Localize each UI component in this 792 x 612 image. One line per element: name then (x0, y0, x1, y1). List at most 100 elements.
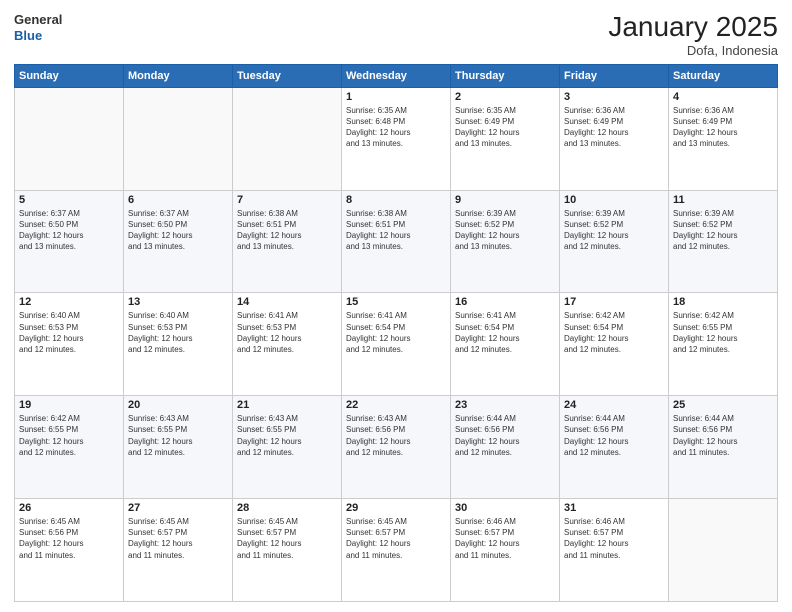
page: General Blue General Blue January 2025 D… (0, 0, 792, 612)
day-number: 29 (346, 502, 446, 514)
day-number: 31 (564, 502, 664, 514)
week-row-3: 12 Sunrise: 6:40 AM Sunset: 6:53 PM Dayli… (15, 293, 778, 396)
day-number: 30 (455, 502, 555, 514)
day-info: Sunrise: 6:39 AM Sunset: 6:52 PM Dayligh… (564, 208, 664, 253)
day-info: Sunrise: 6:45 AM Sunset: 6:56 PM Dayligh… (19, 516, 119, 561)
day-number: 8 (346, 194, 446, 206)
calendar-cell: 7 Sunrise: 6:38 AM Sunset: 6:51 PM Daylig… (233, 190, 342, 293)
day-number: 5 (19, 194, 119, 206)
day-info: Sunrise: 6:43 AM Sunset: 6:55 PM Dayligh… (128, 413, 228, 458)
day-info: Sunrise: 6:38 AM Sunset: 6:51 PM Dayligh… (346, 208, 446, 253)
calendar-cell: 2Sunrise: 6:35 AM Sunset: 6:49 PM Daylig… (451, 87, 560, 190)
day-info: Sunrise: 6:41 AM Sunset: 6:54 PM Dayligh… (455, 310, 555, 355)
calendar-cell: 27 Sunrise: 6:45 AM Sunset: 6:57 PM Dayli… (124, 499, 233, 602)
calendar-cell: 16 Sunrise: 6:41 AM Sunset: 6:54 PM Dayli… (451, 293, 560, 396)
day-info: Sunrise: 6:45 AM Sunset: 6:57 PM Dayligh… (237, 516, 337, 561)
calendar-cell: 12 Sunrise: 6:40 AM Sunset: 6:53 PM Dayli… (15, 293, 124, 396)
day-number: 17 (564, 296, 664, 308)
calendar-cell: 21 Sunrise: 6:43 AM Sunset: 6:55 PM Dayli… (233, 396, 342, 499)
day-number: 4 (673, 91, 773, 103)
day-info: Sunrise: 6:39 AM Sunset: 6:52 PM Dayligh… (673, 208, 773, 253)
day-info: Sunrise: 6:39 AM Sunset: 6:52 PM Dayligh… (455, 208, 555, 253)
day-info: Sunrise: 6:45 AM Sunset: 6:57 PM Dayligh… (346, 516, 446, 561)
day-number: 16 (455, 296, 555, 308)
day-number: 21 (237, 399, 337, 411)
calendar-cell: 17 Sunrise: 6:42 AM Sunset: 6:54 PM Dayli… (560, 293, 669, 396)
calendar-cell (669, 499, 778, 602)
weekday-header-tuesday: Tuesday (233, 64, 342, 87)
calendar-cell: 20 Sunrise: 6:43 AM Sunset: 6:55 PM Dayli… (124, 396, 233, 499)
day-number: 25 (673, 399, 773, 411)
weekday-header-wednesday: Wednesday (342, 64, 451, 87)
day-info: Sunrise: 6:44 AM Sunset: 6:56 PM Dayligh… (673, 413, 773, 458)
day-info: Sunrise: 6:45 AM Sunset: 6:57 PM Dayligh… (128, 516, 228, 561)
day-info: Sunrise: 6:41 AM Sunset: 6:54 PM Dayligh… (346, 310, 446, 355)
calendar-cell: 30Sunrise: 6:46 AM Sunset: 6:57 PM Dayli… (451, 499, 560, 602)
calendar-cell (124, 87, 233, 190)
calendar-cell: 13 Sunrise: 6:40 AM Sunset: 6:53 PM Dayli… (124, 293, 233, 396)
calendar-cell: 11Sunrise: 6:39 AM Sunset: 6:52 PM Dayli… (669, 190, 778, 293)
day-number: 10 (564, 194, 664, 206)
week-row-2: 5 Sunrise: 6:37 AM Sunset: 6:50 PM Daylig… (15, 190, 778, 293)
month-title: January 2025 (608, 12, 778, 43)
calendar-cell: 5 Sunrise: 6:37 AM Sunset: 6:50 PM Daylig… (15, 190, 124, 293)
day-number: 22 (346, 399, 446, 411)
day-info: Sunrise: 6:42 AM Sunset: 6:55 PM Dayligh… (673, 310, 773, 355)
day-info: Sunrise: 6:38 AM Sunset: 6:51 PM Dayligh… (237, 208, 337, 253)
day-info: Sunrise: 6:35 AM Sunset: 6:49 PM Dayligh… (455, 105, 555, 150)
day-info: Sunrise: 6:36 AM Sunset: 6:49 PM Dayligh… (564, 105, 664, 150)
calendar-cell: 4 Sunrise: 6:36 AM Sunset: 6:49 PM Daylig… (669, 87, 778, 190)
calendar-cell: 24Sunrise: 6:44 AM Sunset: 6:56 PM Dayli… (560, 396, 669, 499)
day-number: 23 (455, 399, 555, 411)
calendar-cell: 9 Sunrise: 6:39 AM Sunset: 6:52 PM Daylig… (451, 190, 560, 293)
day-number: 27 (128, 502, 228, 514)
day-number: 9 (455, 194, 555, 206)
day-info: Sunrise: 6:36 AM Sunset: 6:49 PM Dayligh… (673, 105, 773, 150)
day-info: Sunrise: 6:40 AM Sunset: 6:53 PM Dayligh… (19, 310, 119, 355)
day-info: Sunrise: 6:43 AM Sunset: 6:55 PM Dayligh… (237, 413, 337, 458)
week-row-5: 26 Sunrise: 6:45 AM Sunset: 6:56 PM Dayli… (15, 499, 778, 602)
day-number: 1 (346, 91, 446, 103)
day-number: 12 (19, 296, 119, 308)
calendar-cell: 8 Sunrise: 6:38 AM Sunset: 6:51 PM Daylig… (342, 190, 451, 293)
weekday-header-saturday: Saturday (669, 64, 778, 87)
day-info: Sunrise: 6:37 AM Sunset: 6:50 PM Dayligh… (128, 208, 228, 253)
location: Dofa, Indonesia (608, 43, 778, 58)
weekday-header-sunday: Sunday (15, 64, 124, 87)
day-info: Sunrise: 6:40 AM Sunset: 6:53 PM Dayligh… (128, 310, 228, 355)
logo-blue: Blue (14, 28, 42, 43)
day-info: Sunrise: 6:46 AM Sunset: 6:57 PM Dayligh… (564, 516, 664, 561)
calendar-cell (15, 87, 124, 190)
calendar-cell: 15 Sunrise: 6:41 AM Sunset: 6:54 PM Dayli… (342, 293, 451, 396)
day-number: 14 (237, 296, 337, 308)
calendar-cell: 1Sunrise: 6:35 AM Sunset: 6:48 PM Daylig… (342, 87, 451, 190)
week-row-4: 19Sunrise: 6:42 AM Sunset: 6:55 PM Dayli… (15, 396, 778, 499)
calendar-cell (233, 87, 342, 190)
calendar-cell: 14 Sunrise: 6:41 AM Sunset: 6:53 PM Dayli… (233, 293, 342, 396)
calendar-cell: 29 Sunrise: 6:45 AM Sunset: 6:57 PM Dayli… (342, 499, 451, 602)
calendar-table: SundayMondayTuesdayWednesdayThursdayFrid… (14, 64, 778, 602)
day-number: 7 (237, 194, 337, 206)
weekday-header-row: SundayMondayTuesdayWednesdayThursdayFrid… (15, 64, 778, 87)
day-info: Sunrise: 6:41 AM Sunset: 6:53 PM Dayligh… (237, 310, 337, 355)
calendar-cell: 10 Sunrise: 6:39 AM Sunset: 6:52 PM Dayli… (560, 190, 669, 293)
day-number: 13 (128, 296, 228, 308)
header: General Blue General Blue January 2025 D… (14, 12, 778, 58)
logo: General Blue General Blue (14, 12, 62, 43)
day-info: Sunrise: 6:42 AM Sunset: 6:54 PM Dayligh… (564, 310, 664, 355)
day-number: 3 (564, 91, 664, 103)
logo-general: General (14, 12, 62, 27)
day-number: 6 (128, 194, 228, 206)
weekday-header-thursday: Thursday (451, 64, 560, 87)
day-info: Sunrise: 6:42 AM Sunset: 6:55 PM Dayligh… (19, 413, 119, 458)
day-number: 26 (19, 502, 119, 514)
calendar-cell: 25 Sunrise: 6:44 AM Sunset: 6:56 PM Dayli… (669, 396, 778, 499)
logo-text: General Blue (14, 12, 62, 43)
calendar-cell: 28Sunrise: 6:45 AM Sunset: 6:57 PM Dayli… (233, 499, 342, 602)
day-number: 20 (128, 399, 228, 411)
day-info: Sunrise: 6:44 AM Sunset: 6:56 PM Dayligh… (455, 413, 555, 458)
day-number: 15 (346, 296, 446, 308)
day-info: Sunrise: 6:44 AM Sunset: 6:56 PM Dayligh… (564, 413, 664, 458)
day-number: 18 (673, 296, 773, 308)
day-info: Sunrise: 6:37 AM Sunset: 6:50 PM Dayligh… (19, 208, 119, 253)
